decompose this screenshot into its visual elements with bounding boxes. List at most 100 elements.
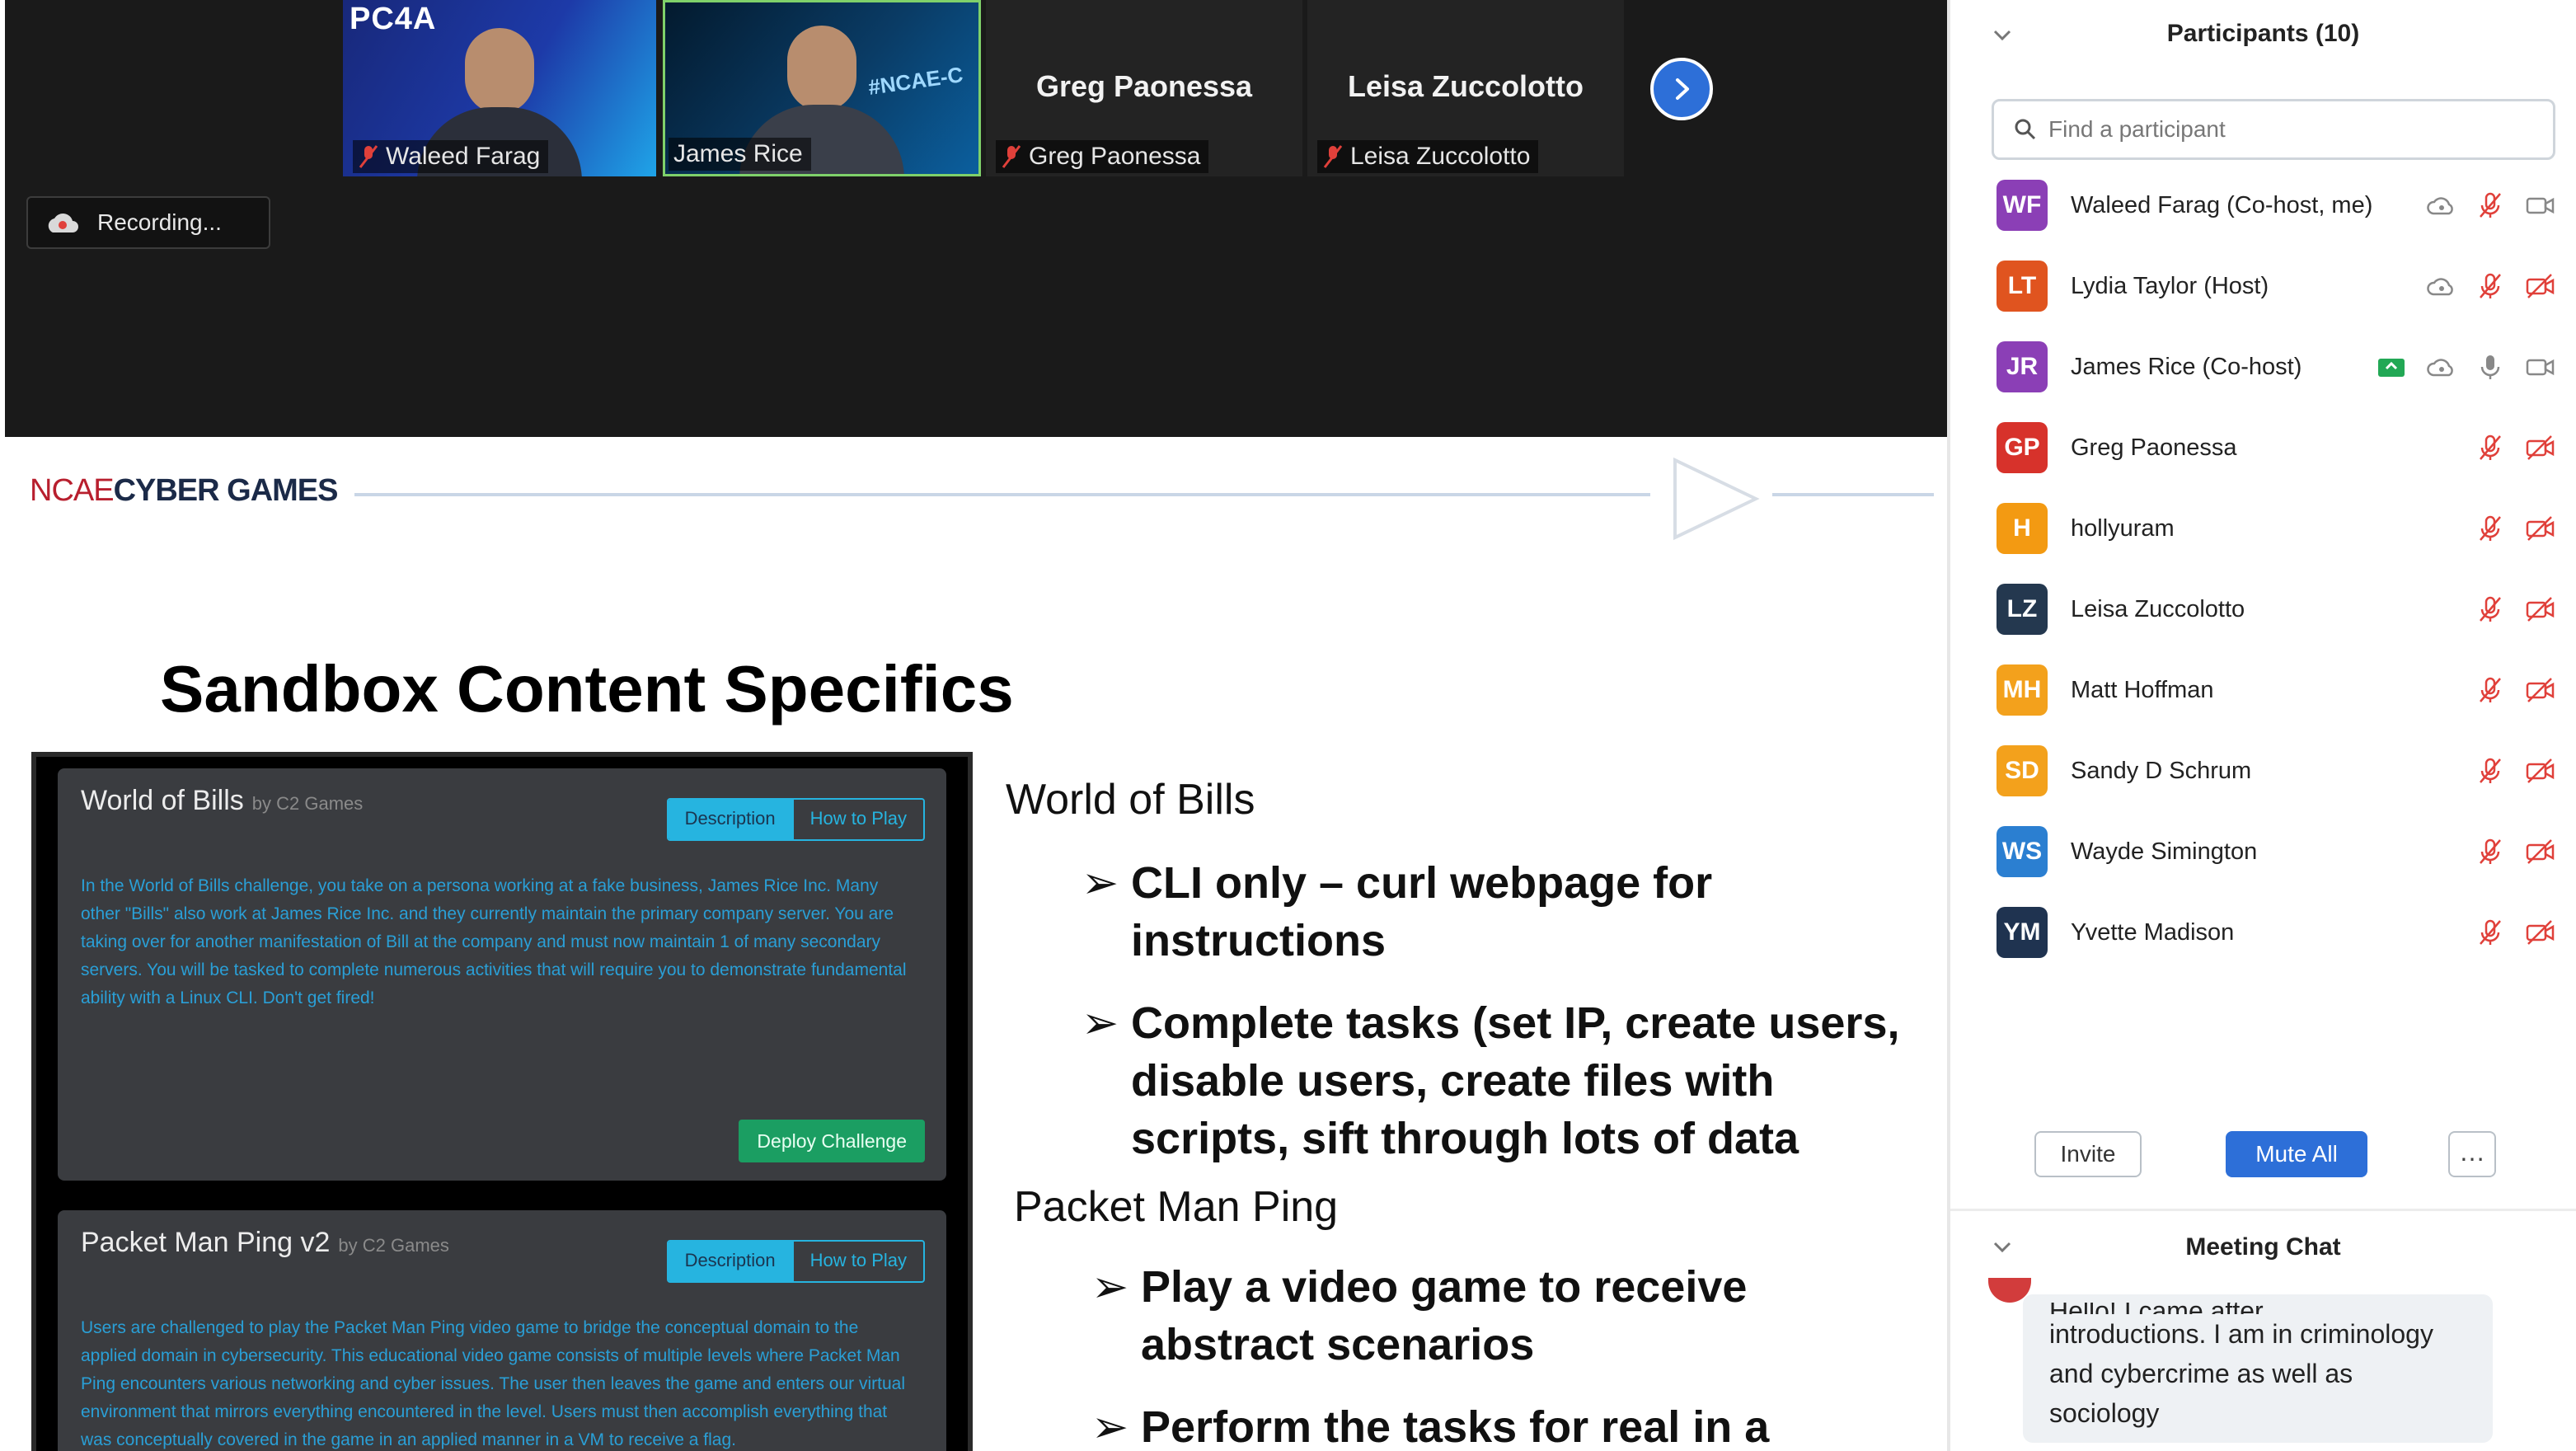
participants-title: Participants (10) <box>2166 20 2360 47</box>
participant-row[interactable]: JR James Rice (Co-host) <box>1950 326 2576 407</box>
participant-row[interactable]: YM Yvette Madison <box>1950 892 2576 973</box>
challenge-tabs: Description How to Play <box>666 1240 925 1283</box>
arrow-bullet-icon: ➢ <box>1091 1402 1129 1451</box>
participant-status-icons <box>2424 270 2556 303</box>
mic-off-icon[interactable] <box>2474 189 2507 222</box>
tile-name-text: James Rice <box>673 140 803 167</box>
deploy-challenge-button[interactable]: Deploy Challenge <box>739 1120 925 1162</box>
avatar: H <box>1997 503 2048 554</box>
participant-status-icons <box>2474 512 2556 545</box>
cloud-icon <box>2424 189 2457 222</box>
cloud-icon <box>2424 350 2457 383</box>
mic-off-icon[interactable] <box>2474 916 2507 949</box>
next-video-page-button[interactable] <box>1650 58 1713 120</box>
video-tile-james-rice[interactable]: #NCAE-C James Rice <box>663 0 981 176</box>
bullet-item: ➢ Perform the tasks for real in a <box>1091 1398 1932 1451</box>
logo-ncae-text: NCAE <box>30 473 115 508</box>
video-icon[interactable] <box>2523 350 2556 383</box>
video-off-icon[interactable] <box>2523 754 2556 787</box>
chat-message-partial-line: Hello! I came after <box>2049 1303 2466 1314</box>
avatar: GP <box>1997 422 2048 473</box>
bullet-item: ➢ Play a video game to receive abstract … <box>1091 1258 1932 1374</box>
participant-search-box[interactable] <box>1992 99 2555 160</box>
participant-row[interactable]: WS Wayde Simington <box>1950 811 2576 892</box>
bullet-text: Play a video game to receive abstract sc… <box>1141 1262 1748 1369</box>
recording-label: Recording... <box>97 209 222 235</box>
meeting-chat-header: Meeting Chat <box>1950 1220 2576 1286</box>
shared-screen-slide: NCAECYBER GAMES Sandbox Content Specific… <box>0 437 1947 1451</box>
arrow-bullet-icon: ➢ <box>1091 1262 1129 1312</box>
participant-row[interactable]: WF Waleed Farag (Co-host, me) <box>1950 165 2576 246</box>
avatar: YM <box>1997 907 2048 958</box>
challenge-description: Users are challenged to play the Packet … <box>81 1318 906 1449</box>
avatar: LT <box>1997 261 2048 312</box>
video-off-icon[interactable] <box>2523 431 2556 464</box>
video-off-icon[interactable] <box>2523 835 2556 868</box>
invite-button[interactable]: Invite <box>2034 1131 2142 1177</box>
challenge-author: by C2 Games <box>338 1235 449 1256</box>
tab-description[interactable]: Description <box>668 800 792 839</box>
tab-how-to-play[interactable]: How to Play <box>791 800 923 839</box>
participant-name: Matt Hoffman <box>2071 676 2214 703</box>
participant-row[interactable]: LZ Leisa Zuccolotto <box>1950 569 2576 650</box>
mic-off-icon[interactable] <box>2474 512 2507 545</box>
mic-icon[interactable] <box>2474 350 2507 383</box>
participants-panel: Participants (10) WF Waleed Farag (Co-hos… <box>1947 0 2576 1451</box>
bullet-item: ➢ CLI only – curl webpage for instructio… <box>1082 854 1922 970</box>
slide-header-rule <box>1772 493 1934 496</box>
participant-status-icons <box>2474 754 2556 787</box>
challenge-card-packet-man-ping: Packet Man Ping v2 by C2 Games Descriptio… <box>58 1210 946 1451</box>
more-options-button[interactable]: … <box>2448 1131 2496 1177</box>
challenge-card-world-of-bills: World of Bills by C2 Games Description Ho… <box>58 768 946 1181</box>
mic-off-icon[interactable] <box>2474 270 2507 303</box>
participant-name: hollyuram <box>2071 514 2175 542</box>
mic-muted-icon <box>1323 145 1343 168</box>
tile-name-text: Greg Paonessa <box>1029 143 1201 170</box>
avatar: SD <box>1997 745 2048 796</box>
challenge-tabs: Description How to Play <box>666 798 925 841</box>
participant-status-icons <box>2474 835 2556 868</box>
meeting-video-area: PC4A Waleed Farag #NCAE-C James Rice Gre… <box>0 0 1947 437</box>
participant-row[interactable]: LT Lydia Taylor (Host) <box>1950 246 2576 326</box>
video-tile-leisa-zuccolotto[interactable]: Leisa Zuccolotto Leisa Zuccolotto <box>1307 0 1624 176</box>
participant-name: Greg Paonessa <box>2071 434 2237 461</box>
mic-off-icon[interactable] <box>2474 431 2507 464</box>
video-off-icon[interactable] <box>2523 916 2556 949</box>
recording-indicator[interactable]: Recording... <box>26 196 270 249</box>
video-tile-waleed-farag[interactable]: PC4A Waleed Farag <box>343 0 656 176</box>
mic-off-icon[interactable] <box>2474 674 2507 707</box>
participant-name: Leisa Zuccolotto <box>2071 595 2245 622</box>
avatar: JR <box>1997 341 2048 392</box>
participant-row[interactable]: SD Sandy D Schrum <box>1950 730 2576 811</box>
tile-center-name: Greg Paonessa <box>1035 69 1253 103</box>
tab-how-to-play[interactable]: How to Play <box>791 1242 923 1281</box>
tab-description[interactable]: Description <box>668 1242 792 1281</box>
participant-status-icons <box>2375 350 2556 383</box>
mute-all-button[interactable]: Mute All <box>2226 1131 2367 1177</box>
meeting-chat-title: Meeting Chat <box>2185 1233 2341 1261</box>
video-off-icon[interactable] <box>2523 593 2556 626</box>
participant-row[interactable]: MH Matt Hoffman <box>1950 650 2576 730</box>
mic-off-icon[interactable] <box>2474 835 2507 868</box>
participant-status-icons <box>2474 674 2556 707</box>
participant-status-icons <box>2424 189 2556 222</box>
participant-row[interactable]: GP Greg Paonessa <box>1950 407 2576 488</box>
ncae-cyber-games-logo: NCAECYBER GAMES <box>30 473 338 509</box>
participants-header: Participants (10) <box>1950 0 2576 76</box>
video-icon[interactable] <box>2523 189 2556 222</box>
video-off-icon[interactable] <box>2523 270 2556 303</box>
tile-name-label: James Rice <box>669 138 811 171</box>
participant-row[interactable]: Hhollyuram <box>1950 488 2576 569</box>
challenge-title: Packet Man Ping v2 by C2 Games <box>81 1227 449 1259</box>
participant-search-input[interactable] <box>2048 116 2510 143</box>
video-off-icon[interactable] <box>2523 674 2556 707</box>
mic-off-icon[interactable] <box>2474 593 2507 626</box>
challenge-description: In the World of Bills challenge, you tak… <box>81 876 907 1007</box>
challenge-title-text: World of Bills <box>81 785 244 816</box>
video-tile-greg-paonessa[interactable]: Greg Paonessa Greg Paonessa <box>986 0 1302 176</box>
slide-header-rule <box>354 493 1650 496</box>
bullet-text: Perform the tasks for real in a <box>1141 1402 1770 1451</box>
video-off-icon[interactable] <box>2523 512 2556 545</box>
mic-off-icon[interactable] <box>2474 754 2507 787</box>
tile-name-text: Leisa Zuccolotto <box>1350 143 1531 170</box>
